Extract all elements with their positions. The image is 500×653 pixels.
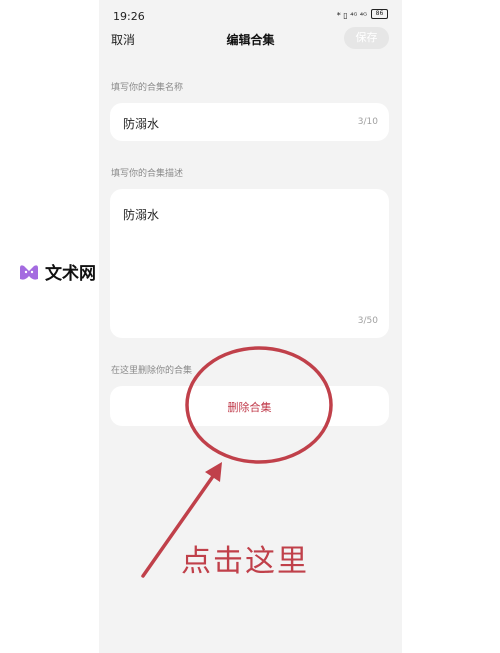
annotation-text: 点击这里 (181, 544, 309, 579)
annotation-arrow-head (205, 462, 222, 482)
highlight-circle (185, 346, 333, 464)
